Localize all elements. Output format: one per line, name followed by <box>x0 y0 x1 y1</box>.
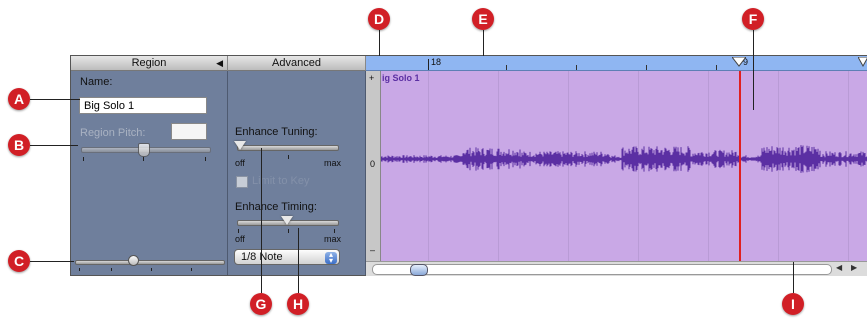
leader-c <box>30 261 74 262</box>
scroll-track <box>372 264 832 275</box>
ruler-tick <box>646 65 647 70</box>
region-tab[interactable]: Region ◀ <box>71 56 228 71</box>
horizontal-scrollbar[interactable]: ◀ ▶ <box>366 261 867 276</box>
timing-tick <box>238 229 239 233</box>
leader-i <box>793 262 794 293</box>
leader-h <box>298 228 299 293</box>
zoom-slider-knob[interactable] <box>128 255 139 266</box>
triangle-left-icon[interactable]: ◀ <box>216 58 223 69</box>
ruler-mark-18: 18 <box>431 57 442 67</box>
zoom-tick <box>191 268 192 271</box>
leader-f <box>753 30 754 110</box>
region-pitch-label: Region Pitch: <box>80 127 146 139</box>
callout-g: G <box>250 293 272 315</box>
audio-region[interactable]: ig Solo 1 <box>381 71 867 261</box>
leader-b <box>30 145 78 146</box>
pitch-tick <box>83 157 84 161</box>
zoom-tick <box>151 268 152 271</box>
scroll-thumb[interactable] <box>410 264 428 276</box>
pitch-tick <box>205 157 206 161</box>
advanced-tab[interactable]: Advanced <box>228 56 366 71</box>
callout-f: F <box>742 8 764 30</box>
region-pitch-field[interactable] <box>171 123 207 140</box>
timing-tick <box>288 229 289 233</box>
enhance-timing-label: Enhance Timing: <box>235 201 317 213</box>
updown-arrows-icon: ▴ ▾ <box>325 251 337 265</box>
region-pitch-slider-knob[interactable] <box>138 143 150 157</box>
timing-max-label: max <box>324 234 342 244</box>
leader-a <box>30 99 80 100</box>
amplitude-scale: + 0 – <box>366 71 381 261</box>
scale-zero: 0 <box>370 159 376 169</box>
limit-checkbox[interactable] <box>236 176 248 188</box>
tuning-min-label: off <box>235 158 245 168</box>
callout-i: I <box>782 293 804 315</box>
enhance-tuning-label: Enhance Tuning: <box>235 126 318 138</box>
scale-plus: + <box>369 73 375 83</box>
callout-e: E <box>472 8 494 30</box>
callout-d: D <box>368 8 390 30</box>
note-value-popup[interactable]: 1/8 Note ▴ ▾ <box>234 249 340 265</box>
ruler-marker-line <box>428 59 429 70</box>
waveform <box>381 145 867 173</box>
leader-e <box>483 30 484 56</box>
name-field[interactable]: Big Solo 1 <box>79 97 207 114</box>
flex-time-editor: Region ◀ Advanced Name: Big Solo 1 Regio… <box>70 55 867 276</box>
ruler-tick <box>506 65 507 70</box>
waveform-editor[interactable]: 18 9 + 0 – ig Solo 1 ◀ ▶ <box>366 56 867 276</box>
enhance-tuning-slider-knob[interactable] <box>234 141 246 150</box>
timing-tick <box>334 229 335 233</box>
timing-min-label: off <box>235 234 245 244</box>
timeline-ruler[interactable]: 18 9 <box>366 56 867 71</box>
callout-h: H <box>287 293 309 315</box>
leader-d <box>379 30 380 56</box>
ruler-tick <box>576 65 577 70</box>
end-marker-icon[interactable] <box>858 57 867 67</box>
enhance-tuning-slider-track <box>237 145 339 151</box>
scroll-right-arrow[interactable]: ▶ <box>851 263 857 272</box>
zoom-tick <box>79 268 80 271</box>
zoom-tick <box>111 268 112 271</box>
name-label: Name: <box>80 76 113 88</box>
region-panel: Name: Big Solo 1 Region Pitch: <box>71 71 228 275</box>
enhance-timing-slider-knob[interactable] <box>281 216 293 225</box>
pitch-tick <box>143 157 144 161</box>
callout-a: A <box>8 88 30 110</box>
callout-b: B <box>8 134 30 156</box>
scroll-left-arrow[interactable]: ◀ <box>836 263 842 272</box>
callout-c: C <box>8 250 30 272</box>
ruler-tick <box>716 65 717 70</box>
zoom-slider-track <box>75 260 225 265</box>
waveform-path <box>381 145 867 173</box>
advanced-tab-label: Advanced <box>272 57 321 69</box>
advanced-panel: Enhance Tuning: off max Limit to Key Enh… <box>228 71 366 275</box>
playhead-triangle-icon[interactable] <box>732 57 746 67</box>
playhead-line[interactable] <box>739 71 741 261</box>
tuning-max-label: max <box>324 158 342 168</box>
tuning-tick <box>288 155 289 159</box>
leader-g <box>261 148 262 293</box>
scale-minus: – <box>370 245 376 255</box>
region-tab-label: Region <box>131 57 167 69</box>
